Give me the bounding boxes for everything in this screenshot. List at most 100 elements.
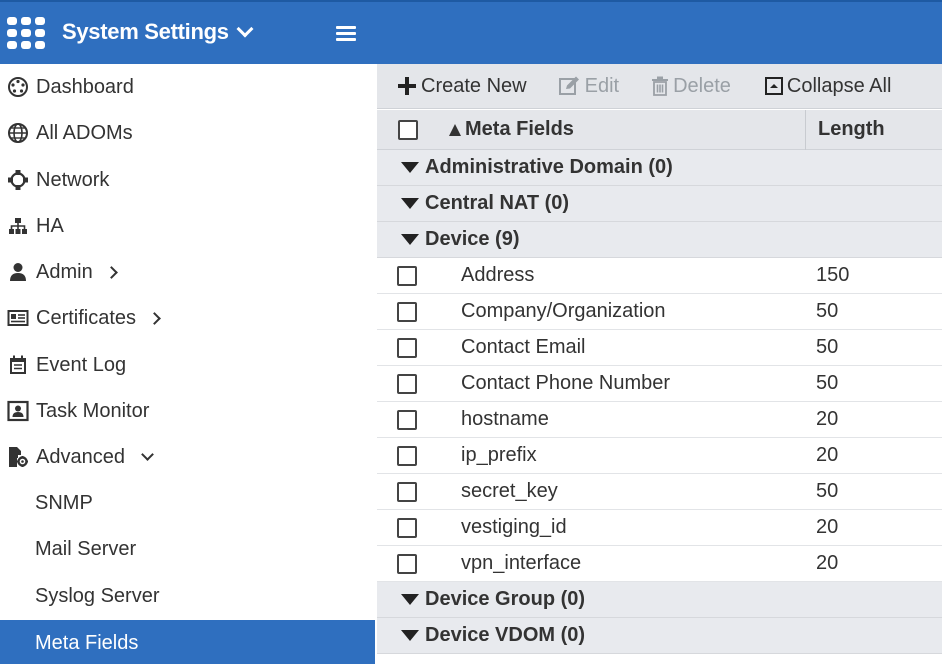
sidebar-item-label: All ADOMs (36, 121, 133, 144)
table-row[interactable]: ip_prefix 20 (377, 438, 942, 474)
sidebar-subitem-meta-fields[interactable]: Meta Fields (0, 620, 375, 664)
hamburger-icon[interactable] (336, 26, 356, 42)
row-checkbox[interactable] (397, 446, 417, 466)
row-checkbox[interactable] (397, 518, 417, 538)
chevron-right-icon (104, 265, 118, 279)
collapse-icon (764, 77, 783, 95)
cell-length: 50 (816, 372, 839, 394)
group-label: Administrative Domain (0) (425, 156, 673, 178)
table-row[interactable]: Contact Email 50 (377, 330, 942, 366)
row-checkbox[interactable] (397, 374, 417, 394)
row-checkbox[interactable] (397, 302, 417, 322)
caret-down-icon (401, 630, 419, 641)
sidebar-item-dashboard[interactable]: Dashboard (0, 64, 375, 110)
sidebar-subitem-label: Syslog Server (35, 584, 160, 607)
cell-length: 20 (816, 552, 839, 574)
column-label: Meta Fields (465, 118, 574, 140)
sidebar-item-label: Task Monitor (36, 399, 150, 422)
sidebar-subitem-label: Meta Fields (35, 631, 139, 654)
chevron-down-icon (236, 20, 254, 38)
caret-down-icon (401, 594, 419, 605)
group-row-device[interactable]: Device (9) (377, 222, 942, 258)
table-row[interactable]: hostname 20 (377, 402, 942, 438)
collapse-all-button[interactable]: Collapse All (764, 64, 892, 109)
network-icon (7, 169, 35, 191)
cell-length: 20 (816, 408, 839, 430)
top-header: System Settings (0, 0, 942, 64)
app-title-dropdown[interactable]: System Settings (62, 19, 254, 45)
row-checkbox[interactable] (397, 410, 417, 430)
group-label: Device (9) (425, 228, 520, 250)
cell-name: Contact Email (461, 336, 586, 358)
caret-down-icon (401, 198, 419, 209)
select-all-checkbox[interactable] (398, 120, 418, 140)
edit-button[interactable]: Edit (558, 64, 619, 109)
group-label: Central NAT (0) (425, 192, 570, 214)
sidebar-item-label: Event Log (36, 353, 127, 376)
sidebar-item-label: HA (36, 214, 64, 237)
cell-length: 20 (816, 516, 839, 538)
cell-name: vpn_interface (461, 552, 582, 574)
sort-ascending-icon (449, 123, 461, 136)
sidebar-item-admin[interactable]: Admin (0, 249, 375, 295)
sidebar-item-advanced[interactable]: Advanced (0, 434, 375, 480)
sidebar-subitem-syslog-server[interactable]: Syslog Server (0, 573, 375, 619)
sidebar-subitem-label: Mail Server (35, 537, 137, 560)
row-checkbox[interactable] (397, 554, 417, 574)
create-new-label: Create New (421, 74, 527, 97)
cell-name: ip_prefix (461, 444, 537, 466)
create-new-button[interactable]: Create New (397, 64, 527, 109)
sidebar-item-network[interactable]: Network (0, 157, 375, 203)
column-header-length[interactable]: Length (818, 118, 885, 141)
sidebar-item-label: Network (36, 168, 110, 191)
sidebar-subitem-label: SNMP (35, 491, 93, 514)
table-row[interactable]: Address 150 (377, 258, 942, 294)
table-row[interactable]: vpn_interface 20 (377, 546, 942, 582)
certificate-icon (7, 307, 35, 329)
table-row[interactable]: vestiging_id 20 (377, 510, 942, 546)
table-row[interactable]: secret_key 50 (377, 474, 942, 510)
group-label: Device VDOM (0) (425, 624, 586, 646)
collapse-all-label: Collapse All (786, 74, 892, 97)
cell-name: vestiging_id (461, 516, 567, 538)
app-title: System Settings (62, 19, 229, 44)
group-row-device-vdom[interactable]: Device VDOM (0) (377, 618, 942, 654)
advanced-icon (7, 446, 35, 468)
sidebar-item-event-log[interactable]: Event Log (0, 342, 375, 388)
sidebar-item-label: Certificates (36, 306, 137, 329)
row-checkbox[interactable] (397, 338, 417, 358)
sidebar-subitem-snmp[interactable]: SNMP (0, 480, 375, 526)
table-row[interactable]: Company/Organization 50 (377, 294, 942, 330)
column-header-meta-fields[interactable]: Meta Fields (449, 118, 574, 141)
user-icon (7, 261, 35, 283)
sidebar-item-ha[interactable]: HA (0, 203, 375, 249)
row-checkbox[interactable] (397, 266, 417, 286)
group-row-device-group[interactable]: Device Group (0) (377, 582, 942, 618)
row-checkbox[interactable] (397, 482, 417, 502)
group-label: Device Group (0) (425, 588, 586, 610)
ha-icon (7, 215, 35, 237)
fortinet-grid-icon[interactable] (7, 17, 45, 49)
toolbar: Create New Edit Delete Collapse All (377, 64, 942, 109)
caret-down-icon (401, 234, 419, 245)
column-divider[interactable] (805, 110, 806, 150)
edit-icon (558, 76, 581, 96)
task-monitor-icon (7, 400, 35, 422)
cell-name: hostname (461, 408, 549, 430)
cell-length: 50 (816, 336, 839, 358)
sidebar-item-label: Dashboard (36, 75, 134, 98)
caret-down-icon (401, 162, 419, 173)
sidebar-item-all-adoms[interactable]: All ADOMs (0, 110, 375, 156)
sidebar-item-task-monitor[interactable]: Task Monitor (0, 388, 375, 434)
group-row-administrative-domain[interactable]: Administrative Domain (0) (377, 150, 942, 186)
cell-name: Company/Organization (461, 300, 666, 322)
sidebar: Dashboard All ADOMs Network HA Admin Cer… (0, 64, 375, 664)
plus-icon (397, 76, 417, 96)
delete-button[interactable]: Delete (651, 64, 731, 109)
sidebar-item-label: Admin (36, 260, 93, 283)
sidebar-item-certificates[interactable]: Certificates (0, 295, 375, 341)
sidebar-subitem-mail-server[interactable]: Mail Server (0, 526, 375, 572)
table-row[interactable]: Contact Phone Number 50 (377, 366, 942, 402)
group-row-central-nat[interactable]: Central NAT (0) (377, 186, 942, 222)
main-content: Create New Edit Delete Collapse All Meta… (375, 64, 942, 664)
